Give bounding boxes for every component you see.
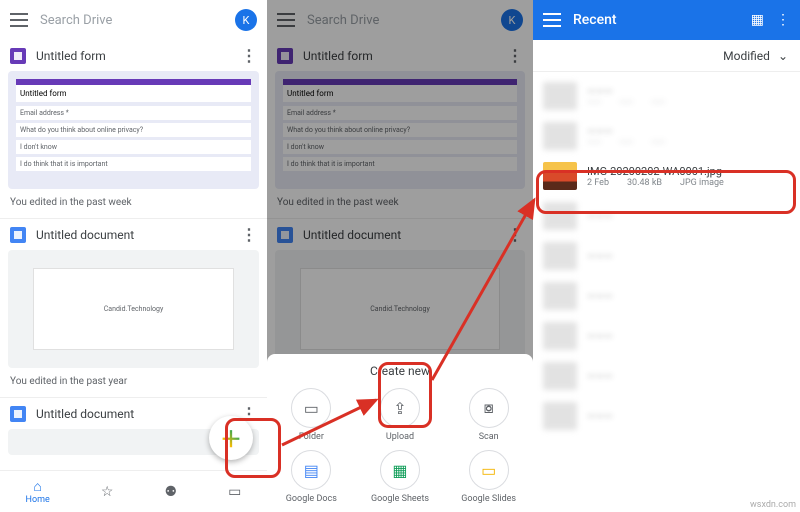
action-google-sheets[interactable]: ▦ Google Sheets <box>356 450 445 504</box>
more-icon[interactable]: ⋮ <box>241 46 257 65</box>
action-scan[interactable]: ⧇ Scan <box>444 388 533 442</box>
forms-icon <box>10 48 26 64</box>
nav-label: Home <box>26 495 50 505</box>
nav-shared[interactable]: ⚉ <box>165 484 178 500</box>
list-item[interactable]: ——— <box>533 356 800 396</box>
docs-icon <box>10 227 26 243</box>
file-size: 30.48 kB <box>627 178 662 188</box>
plus-icon: ＋ <box>220 422 242 454</box>
panel-drive-home: Search Drive K Untitled form ⋮ Untitled … <box>0 0 267 512</box>
file-date: 2 Feb <box>587 178 609 188</box>
form-preview-option: I don't know <box>16 140 251 154</box>
sort-label: Modified <box>723 49 770 63</box>
star-icon: ☆ <box>101 484 114 500</box>
upload-icon: ⇪ <box>380 388 420 428</box>
fab-create[interactable]: ＋ <box>209 416 253 460</box>
more-icon[interactable]: ⋮ <box>241 225 257 244</box>
chevron-down-icon: ⌄ <box>778 49 788 63</box>
avatar[interactable]: K <box>235 9 257 31</box>
list-item[interactable]: ——— <box>533 316 800 356</box>
file-row-doc[interactable]: Untitled document ⋮ <box>0 219 267 250</box>
nav-files[interactable]: ▭ <box>228 484 241 500</box>
file-name: IMG-20200202-WA0001.jpg <box>587 165 724 178</box>
bottom-nav: ⌂Home ☆ ⚉ ▭ <box>0 470 267 512</box>
action-google-slides[interactable]: ▭ Google Slides <box>444 450 533 504</box>
sheet-title: Create new <box>267 364 533 378</box>
file-meta: You edited in the past year <box>0 372 267 397</box>
thumbnail <box>543 162 577 190</box>
form-preview-field: What do you think about online privacy? <box>16 123 251 137</box>
action-upload[interactable]: ⇪ Upload <box>356 388 445 442</box>
file-title: Untitled document <box>36 228 231 242</box>
action-label: Google Sheets <box>371 494 429 504</box>
file-meta: You edited in the past week <box>0 193 267 218</box>
sheets-icon: ▦ <box>380 450 420 490</box>
action-google-docs[interactable]: ▤ Google Docs <box>267 450 356 504</box>
more-icon[interactable]: ⋮ <box>776 12 790 28</box>
action-label: Google Slides <box>461 494 516 504</box>
folder-icon: ▭ <box>291 388 331 428</box>
watermark: wsxdn.com <box>750 500 796 510</box>
action-label: Google Docs <box>286 494 337 504</box>
docs-icon: ▤ <box>291 450 331 490</box>
app-bar: Recent ▦ ⋮ <box>533 0 800 40</box>
file-title: Untitled document <box>36 407 231 421</box>
file-row-form[interactable]: Untitled form ⋮ <box>0 40 267 71</box>
file-title: Untitled form <box>36 49 231 63</box>
menu-icon[interactable] <box>10 13 28 27</box>
nav-starred[interactable]: ☆ <box>101 484 114 500</box>
action-label: Upload <box>386 432 414 442</box>
doc-preview-body: Candid.Technology <box>33 268 234 351</box>
action-label: Scan <box>479 432 499 442</box>
panel-recent: Recent ▦ ⋮ Modified ⌄ ————————— ————————… <box>533 0 800 512</box>
list-item-highlight[interactable]: IMG-20200202-WA0001.jpg 2 Feb 30.48 kB J… <box>533 156 800 196</box>
search-input[interactable]: Search Drive <box>40 13 223 28</box>
list-item[interactable]: ——— <box>533 396 800 436</box>
form-preview-field: Email address * <box>16 106 251 120</box>
file-list: ————————— ————————— IMG-20200202-WA0001.… <box>533 72 800 440</box>
doc-preview[interactable]: Candid.Technology <box>8 250 259 368</box>
list-item[interactable]: ——— <box>533 236 800 276</box>
list-item[interactable]: ——— <box>533 276 800 316</box>
people-icon: ⚉ <box>165 484 178 500</box>
folder-icon: ▭ <box>228 484 241 500</box>
list-item[interactable]: ————————— <box>533 116 800 156</box>
action-folder[interactable]: ▭ Folder <box>267 388 356 442</box>
action-label: Folder <box>299 432 324 442</box>
camera-icon: ⧇ <box>469 388 509 428</box>
create-new-sheet: Create new ▭ Folder ⇪ Upload ⧇ Scan ▤ Google… <box>267 354 533 512</box>
list-item[interactable]: ——— <box>533 196 800 236</box>
form-preview[interactable]: Untitled form Email address * What do yo… <box>8 71 259 189</box>
page-title: Recent <box>573 12 739 28</box>
search-bar[interactable]: Search Drive K <box>0 0 267 40</box>
slides-icon: ▭ <box>469 450 509 490</box>
grid-view-icon[interactable]: ▦ <box>751 12 764 28</box>
menu-icon[interactable] <box>543 13 561 27</box>
sort-bar[interactable]: Modified ⌄ <box>533 40 800 72</box>
list-item[interactable]: ————————— <box>533 76 800 116</box>
file-type: JPG image <box>680 178 724 188</box>
panel-drive-create-sheet: Search Drive K Untitled form ⋮ Untitled … <box>267 0 533 512</box>
home-icon: ⌂ <box>33 478 41 495</box>
form-preview-option: I do think that it is important <box>16 157 251 171</box>
docs-icon <box>10 406 26 422</box>
nav-home[interactable]: ⌂Home <box>26 478 50 505</box>
form-preview-title: Untitled form <box>16 79 251 102</box>
